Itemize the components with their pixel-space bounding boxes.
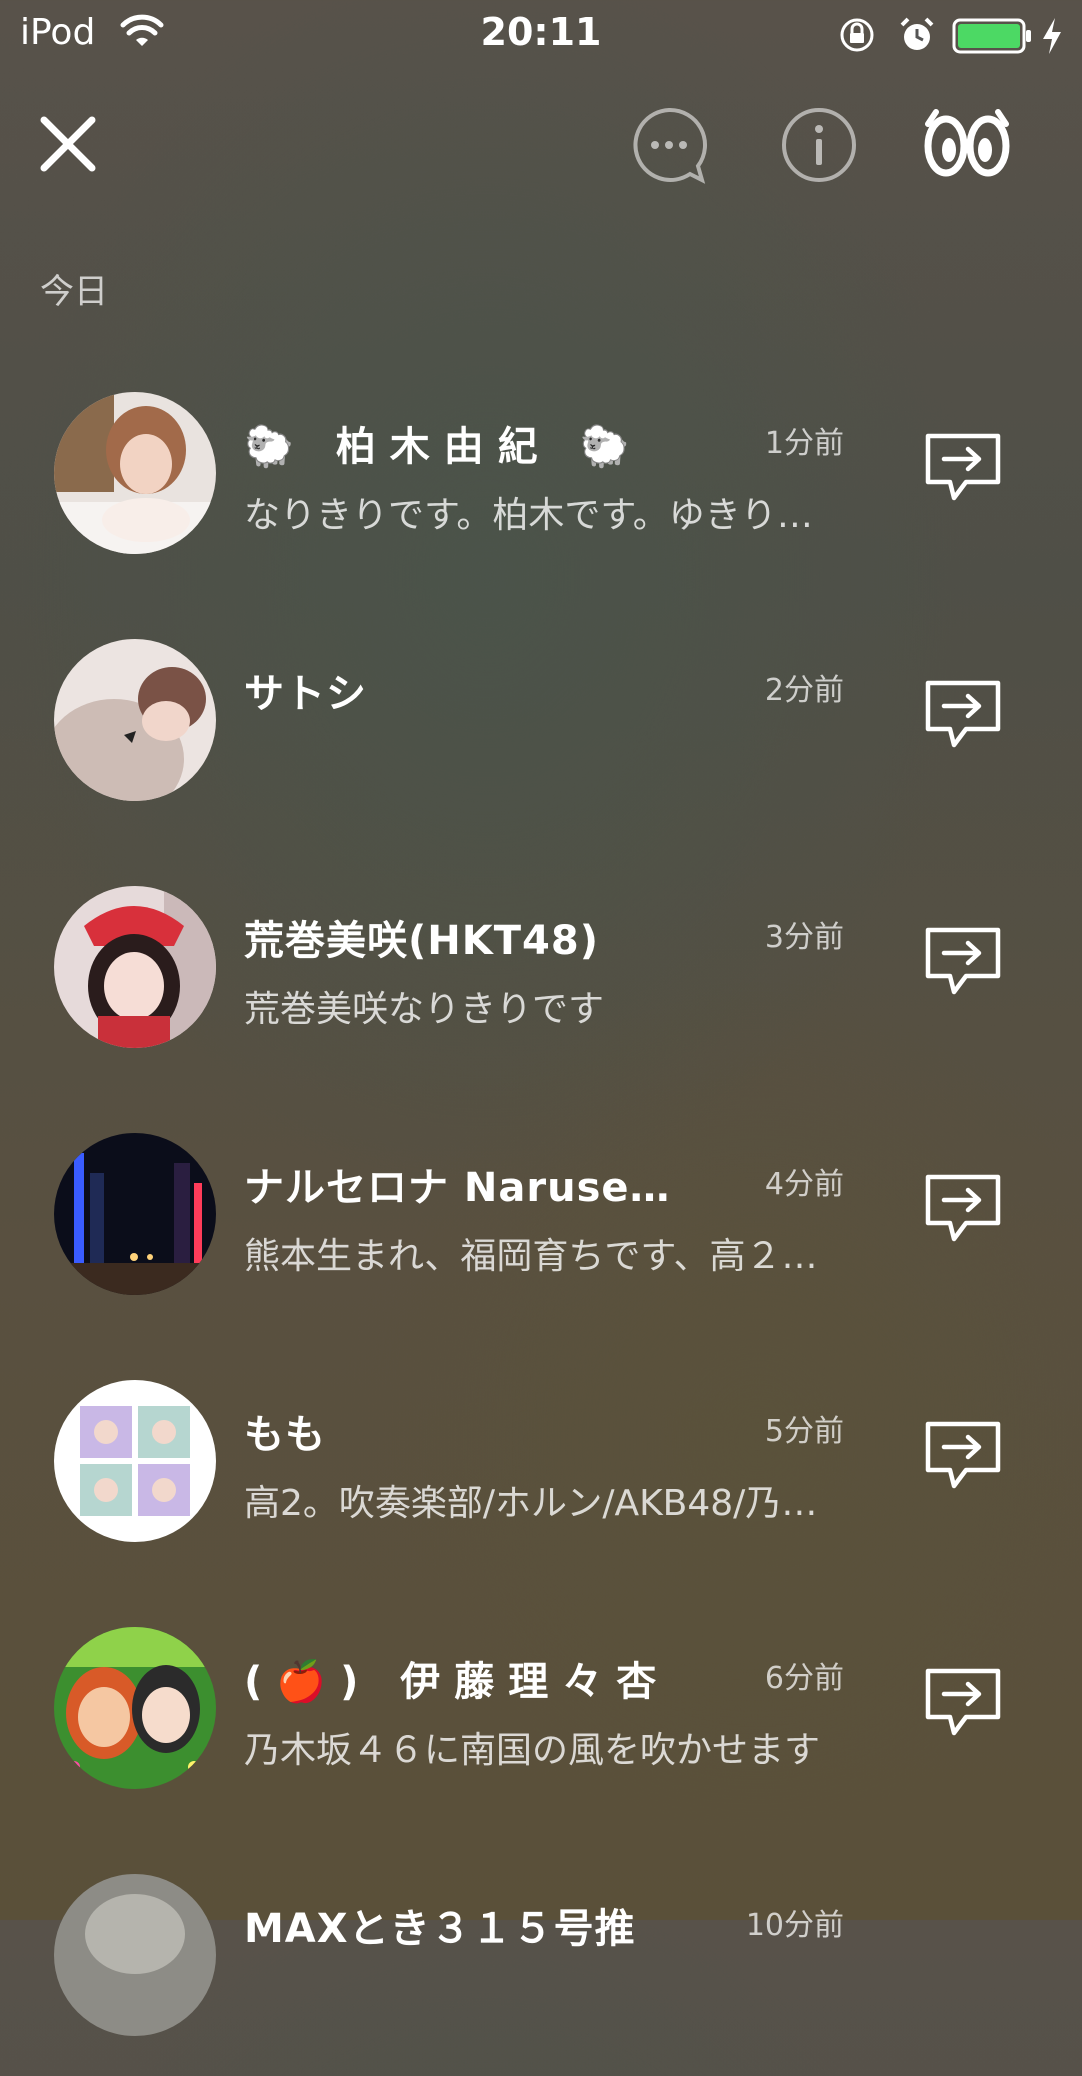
time-ago: 10分前 — [745, 1908, 844, 1943]
list-item[interactable]: ナルセロナ Naruselona 4分前 熊本生まれ、福岡育ちです、高２です — [0, 1115, 1082, 1335]
battery-icon — [952, 18, 1031, 54]
list-item[interactable]: サトシ 2分前 — [0, 621, 1082, 841]
reply-icon[interactable] — [924, 1667, 1002, 1739]
rotation-lock-icon — [840, 18, 874, 52]
charging-icon — [1043, 18, 1061, 54]
chat-bubble-icon[interactable] — [628, 104, 710, 186]
list-item[interactable]: 荒巻美咲(HKT48) 3分前 荒巻美咲なりきりです — [0, 868, 1082, 1088]
user-message: なりきりです。柏木です。ゆきりんです — [244, 495, 844, 536]
list-item[interactable]: MAXとき３１５号推 10分前 — [0, 1856, 1082, 2076]
info-icon[interactable] — [778, 104, 860, 186]
user-name: 荒巻美咲(HKT48) — [244, 918, 599, 964]
list-item[interactable]: 🐑 柏木由紀 🐑 1分前 なりきりです。柏木です。ゆきりんです — [0, 374, 1082, 594]
status-bar: iPod 20:11 — [0, 0, 1082, 70]
reply-icon[interactable] — [924, 679, 1002, 751]
user-message: 高2。吹奏楽部/ホルン/AKB48/乃木坂46 — [244, 1483, 844, 1524]
time-ago: 5分前 — [764, 1414, 844, 1449]
alarm-icon — [900, 17, 934, 50]
avatar — [54, 1627, 216, 1789]
avatar — [54, 392, 216, 554]
section-label-today: 今日 — [40, 272, 108, 312]
user-name: サトシ — [244, 671, 367, 717]
user-message: 乃木坂４６に南国の風を吹かせます — [244, 1730, 821, 1771]
user-name: MAXとき３１５号推 — [244, 1906, 636, 1952]
reply-icon[interactable] — [924, 1173, 1002, 1245]
avatar — [54, 1133, 216, 1295]
reply-icon[interactable] — [924, 1420, 1002, 1492]
avatar — [54, 639, 216, 801]
time-ago: 1分前 — [764, 426, 844, 461]
user-name: ナルセロナ Naruselona — [244, 1165, 684, 1211]
reply-icon[interactable] — [924, 926, 1002, 998]
user-name: (🍎) 伊藤理々杏 — [244, 1659, 671, 1705]
time-ago: 4分前 — [764, 1167, 844, 1202]
user-message: 荒巻美咲なりきりです — [244, 989, 605, 1030]
list-item[interactable]: もも 5分前 高2。吹奏楽部/ホルン/AKB48/乃木坂46 — [0, 1362, 1082, 1582]
reply-icon[interactable] — [924, 432, 1002, 504]
user-message: 熊本生まれ、福岡育ちです、高２です — [244, 1236, 844, 1277]
user-name: もも — [244, 1412, 326, 1458]
user-name: 🐑 柏木由紀 🐑 — [244, 424, 644, 470]
avatar — [54, 1874, 216, 2036]
list-item[interactable]: (🍎) 伊藤理々杏 6分前 乃木坂４６に南国の風を吹かせます — [0, 1609, 1082, 1829]
avatar — [54, 1380, 216, 1542]
eyes-icon[interactable] — [922, 104, 1012, 180]
time-ago: 6分前 — [764, 1661, 844, 1696]
time-ago: 2分前 — [764, 673, 844, 708]
avatar — [54, 886, 216, 1048]
close-icon[interactable] — [36, 112, 100, 176]
time-ago: 3分前 — [764, 920, 844, 955]
